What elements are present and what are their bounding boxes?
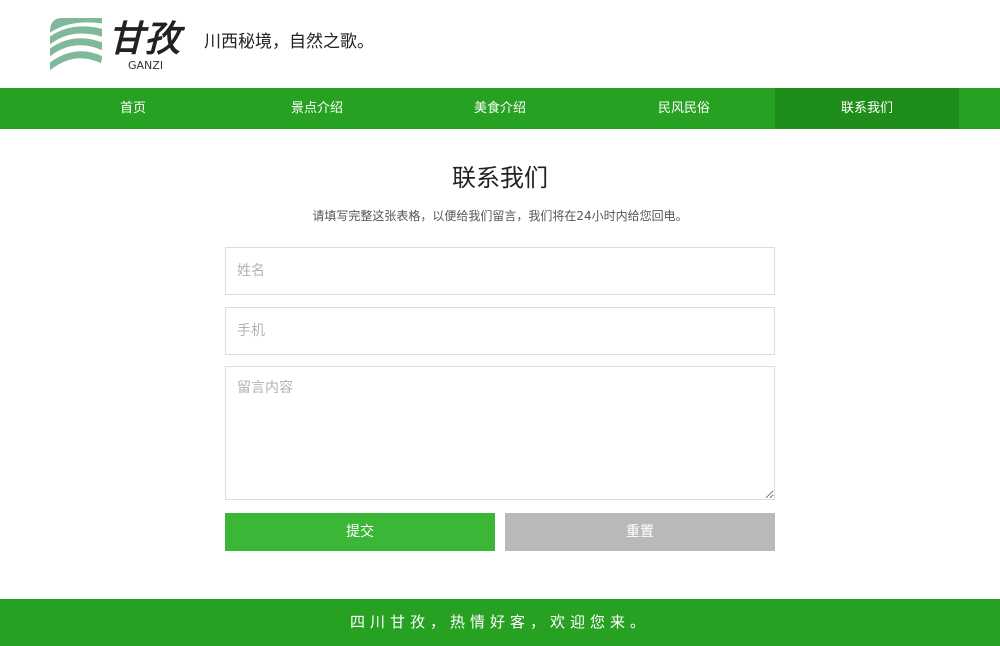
site-slogan: 川西秘境，自然之歌。 (204, 32, 374, 52)
nav-item-contact[interactable]: 联系我们 (775, 88, 959, 129)
nav-item-food[interactable]: 美食介绍 (408, 88, 592, 129)
page-subtitle: 请填写完整这张表格，以便给我们留言，我们将在24小时内给您回电。 (312, 209, 688, 223)
site-footer: 四川甘孜，热情好客，欢迎您来。 (0, 599, 1000, 646)
site-logo[interactable]: 甘孜 GANZI (48, 16, 188, 74)
nav-item-home[interactable]: 首页 (41, 88, 225, 129)
site-header: 甘孜 GANZI 川西秘境，自然之歌。 (0, 0, 1000, 88)
phone-input[interactable] (225, 307, 775, 355)
logo-text: 甘孜 (108, 19, 181, 60)
page-title: 联系我们 (452, 164, 548, 192)
reset-button[interactable]: 重置 (505, 513, 775, 551)
name-input[interactable] (225, 247, 775, 295)
main-nav: 首页 景点介绍 美食介绍 民风民俗 联系我们 (0, 88, 1000, 129)
nav-item-attractions[interactable]: 景点介绍 (225, 88, 409, 129)
nav-item-customs[interactable]: 民风民俗 (592, 88, 776, 129)
logo-mark-icon (50, 18, 102, 70)
submit-button[interactable]: 提交 (225, 513, 495, 551)
logo-subtitle: GANZI (128, 59, 164, 72)
message-textarea[interactable] (225, 366, 775, 500)
